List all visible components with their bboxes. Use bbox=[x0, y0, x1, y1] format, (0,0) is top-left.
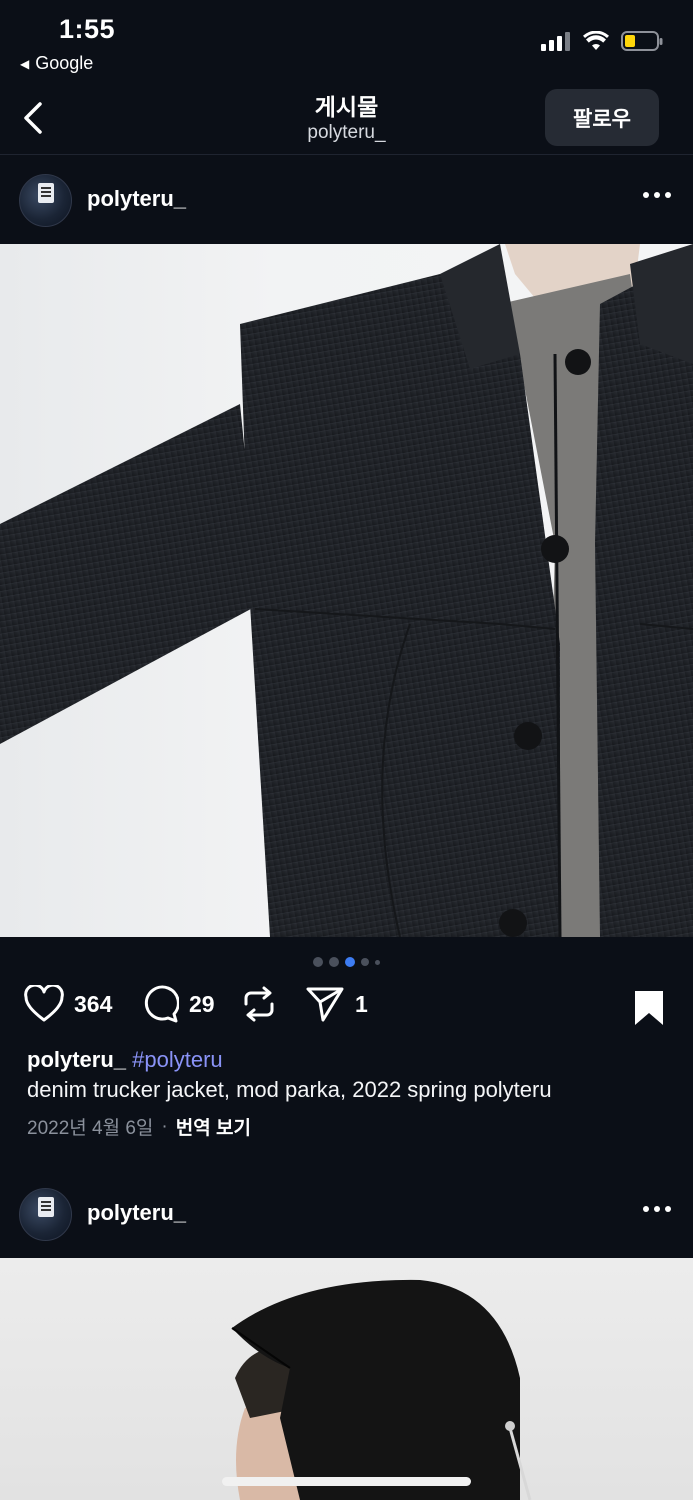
avatar[interactable] bbox=[19, 1188, 72, 1241]
comment-button[interactable]: 29 bbox=[141, 985, 215, 1023]
carousel-dot-active bbox=[345, 957, 355, 967]
status-icons bbox=[541, 30, 663, 52]
cellular-signal-icon bbox=[541, 32, 570, 51]
share-button[interactable]: 1 bbox=[305, 985, 368, 1023]
status-time: 1:55 bbox=[59, 14, 116, 44]
battery-icon bbox=[621, 31, 663, 51]
post-username[interactable]: polyteru_ bbox=[87, 1200, 186, 1226]
comment-bubble-icon bbox=[144, 985, 179, 1023]
caption-hashtag[interactable]: #polyteru bbox=[132, 1047, 223, 1072]
post-actions: 364 29 1 bbox=[24, 985, 669, 1031]
hood-photo-illustration bbox=[231, 1279, 532, 1500]
carousel-dot bbox=[375, 959, 380, 965]
heart-icon bbox=[24, 985, 64, 1022]
repost-icon bbox=[244, 986, 274, 1022]
post-username[interactable]: polyteru_ bbox=[87, 186, 186, 212]
more-options-icon[interactable] bbox=[643, 192, 671, 198]
back-to-app-link[interactable]: ◀ Google bbox=[20, 53, 93, 74]
meta-separator: · bbox=[161, 1115, 168, 1137]
carousel-dot bbox=[313, 957, 323, 967]
share-count: 1 bbox=[355, 990, 368, 1017]
like-button[interactable]: 364 bbox=[24, 985, 112, 1023]
post-author-row: polyteru_ bbox=[0, 1170, 693, 1258]
carousel-indicator bbox=[0, 957, 693, 967]
post-date: 2022년 4월 6일 bbox=[27, 1118, 154, 1139]
post-header-bar: 게시물 polyteru_ 팔로우 bbox=[0, 80, 693, 155]
translate-link[interactable]: 번역 보기 bbox=[176, 1113, 251, 1140]
post-caption: polyteru_ #polyteru denim trucker jacket… bbox=[27, 1047, 667, 1140]
carousel-dot bbox=[361, 958, 369, 966]
repost-button[interactable] bbox=[242, 985, 276, 1023]
post-author-row: polyteru_ bbox=[0, 156, 693, 244]
wifi-icon bbox=[583, 31, 609, 50]
jacket-photo-illustration bbox=[0, 244, 693, 937]
follow-button[interactable]: 팔로우 bbox=[545, 89, 659, 146]
bookmark-button[interactable] bbox=[633, 989, 665, 1032]
avatar[interactable] bbox=[19, 174, 72, 227]
post-photo[interactable] bbox=[0, 1258, 693, 1500]
more-options-icon[interactable] bbox=[643, 1206, 671, 1212]
back-triangle-icon: ◀ bbox=[20, 56, 30, 71]
post-photo[interactable] bbox=[0, 244, 693, 937]
comment-count: 29 bbox=[189, 990, 215, 1017]
like-count: 364 bbox=[74, 990, 113, 1017]
caption-text: denim trucker jacket, mod parka, 2022 sp… bbox=[27, 1077, 552, 1102]
instagram-post-screen: 1:55 ◀ Google 게시물 polyteru_ 팔로우 polyteru… bbox=[0, 0, 693, 1500]
back-app-label: Google bbox=[35, 53, 94, 73]
home-indicator[interactable] bbox=[222, 1477, 471, 1486]
bookmark-filled-icon bbox=[635, 991, 663, 1025]
carousel-dot bbox=[329, 957, 339, 967]
caption-username[interactable]: polyteru_ bbox=[27, 1047, 126, 1072]
send-paper-plane-icon bbox=[306, 987, 344, 1022]
